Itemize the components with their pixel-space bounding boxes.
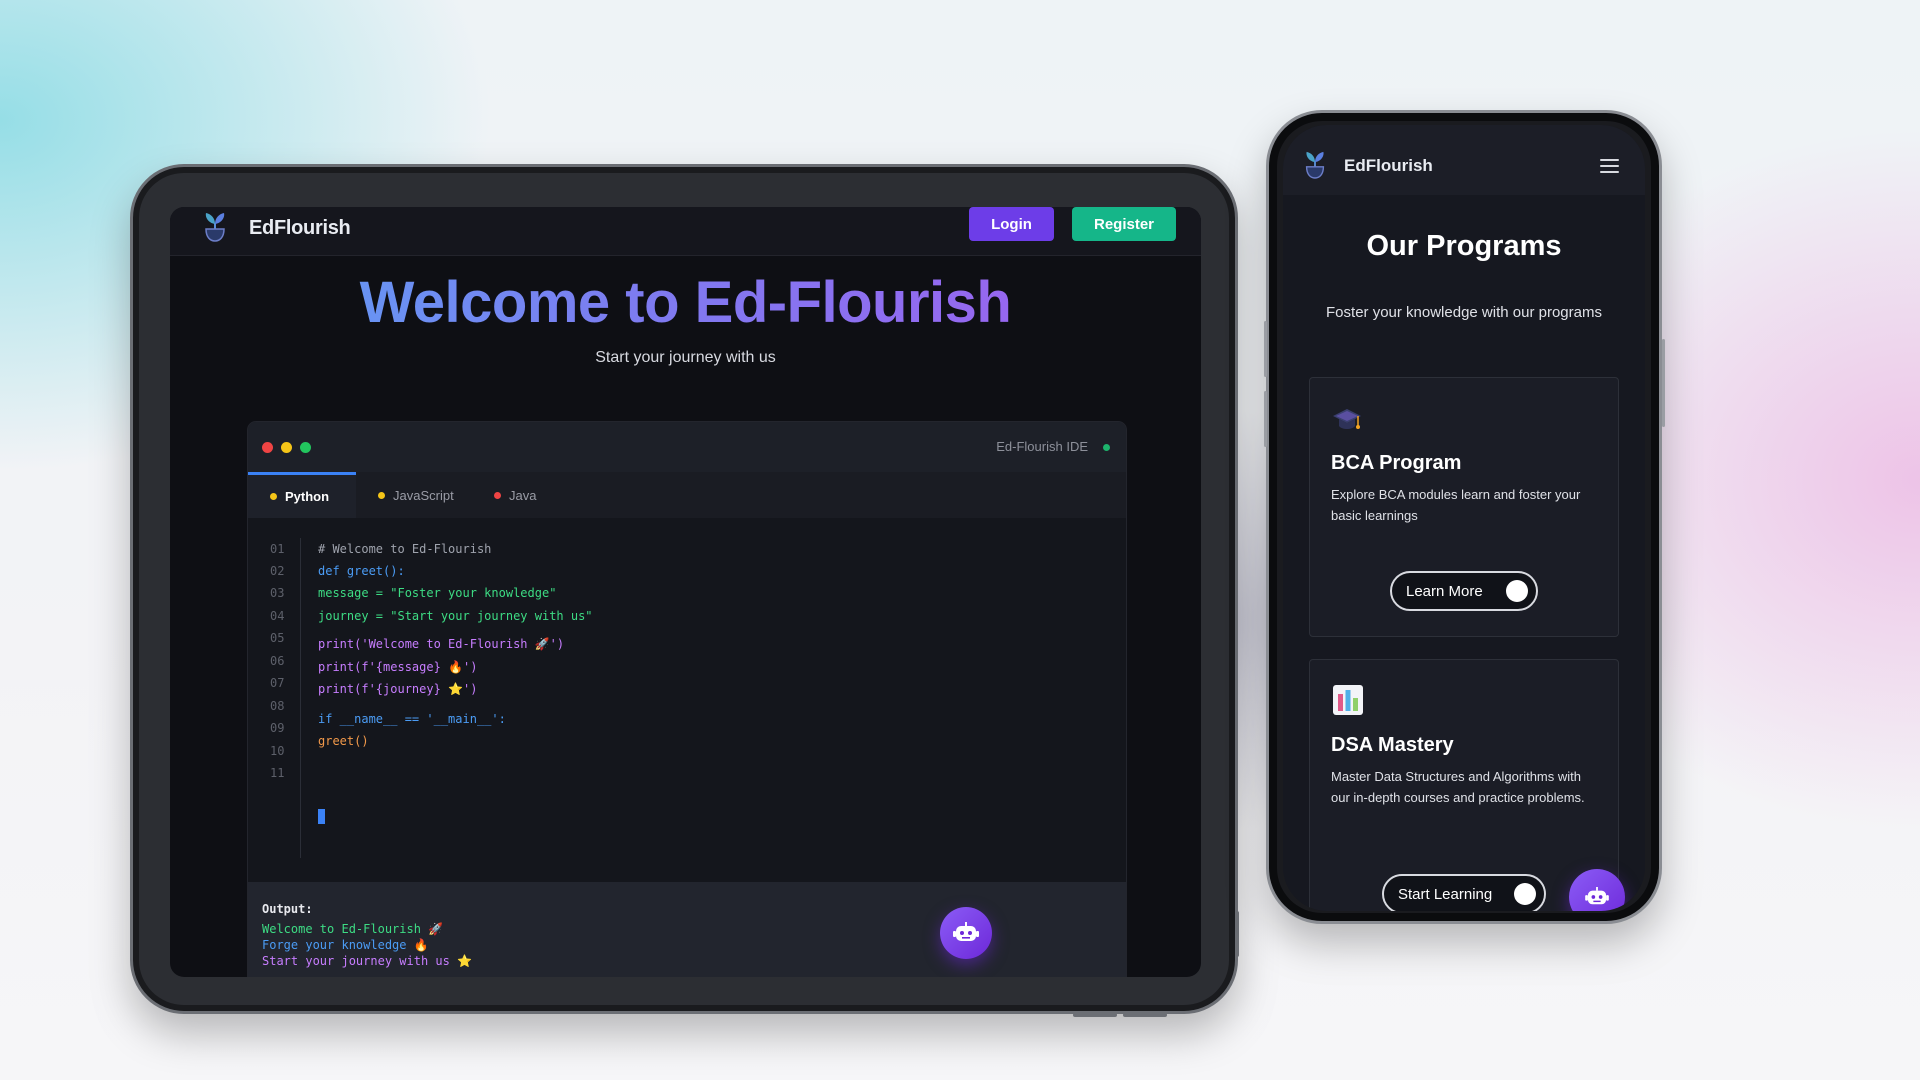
ide-status-indicator (1103, 444, 1110, 451)
window-close-dot[interactable] (262, 442, 273, 453)
phone-power-button (1662, 339, 1665, 427)
programs-title: Our Programs (1366, 230, 1562, 262)
button-label: Learn More (1406, 582, 1483, 600)
line-number: 08 (270, 699, 285, 713)
card-title: DSA Mastery (1331, 734, 1454, 756)
tablet-top-button (1073, 1013, 1117, 1017)
line-number: 07 (270, 676, 285, 690)
tablet-navbar: EdFlourish Login Register (170, 207, 1201, 256)
toggle-knob (1514, 883, 1536, 905)
code-editor[interactable]: 01 # Welcome to Ed-Flourish 02 def greet():… (248, 518, 1126, 882)
line-number: 02 (270, 564, 285, 578)
learn-more-button[interactable]: Learn More (1390, 571, 1538, 611)
bar-chart-icon (1333, 685, 1363, 715)
tab-label: JavaScript (393, 487, 454, 503)
gutter-divider (300, 538, 301, 858)
phone-device: EdFlourish Our Programs Foster your know… (1264, 110, 1665, 924)
line-number: 11 (270, 766, 285, 780)
tab-label: Python (285, 489, 330, 504)
code-line: print(f'{journey} ⭐') (318, 682, 478, 696)
line-number: 01 (270, 542, 285, 556)
line-number: 10 (270, 744, 285, 758)
phone-brand-name[interactable]: EdFlourish (1344, 156, 1433, 176)
hamburger-menu-icon[interactable] (1600, 159, 1619, 173)
graduation-cap-icon (1333, 409, 1361, 429)
tablet-screen: EdFlourish Login Register Welcome to Ed-… (170, 207, 1201, 977)
hamburger-bar (1600, 159, 1619, 161)
code-ide-window: Ed-Flourish IDE Python JavaScript Java 0… (248, 422, 1126, 977)
tablet-brand-name[interactable]: EdFlourish (249, 217, 351, 240)
window-maximize-dot[interactable] (300, 442, 311, 453)
code-line: message = "Foster your knowledge" (318, 586, 557, 600)
program-card-bca: BCA Program Explore BCA modules learn an… (1309, 377, 1619, 637)
code-line: def greet(): (318, 564, 405, 578)
program-card-dsa: DSA Mastery Master Data Structures and A… (1309, 659, 1619, 911)
window-minimize-dot[interactable] (281, 442, 292, 453)
line-number: 09 (270, 721, 285, 735)
line-number: 03 (270, 586, 285, 600)
tab-dot-icon (494, 491, 501, 499)
text-cursor (318, 809, 325, 824)
tab-java[interactable]: Java (472, 472, 552, 518)
tablet-device: EdFlourish Login Register Welcome to Ed-… (130, 164, 1239, 1017)
tablet-side-button (1235, 911, 1239, 957)
language-tabs: Python JavaScript Java (248, 472, 1126, 518)
line-number: 06 (270, 654, 285, 668)
code-line: if __name__ == '__main__': (318, 712, 506, 726)
card-title: BCA Program (1331, 452, 1462, 474)
hamburger-bar (1600, 171, 1619, 173)
ide-title: Ed-Flourish IDE (996, 439, 1088, 454)
code-line: # Welcome to Ed-Flourish (318, 542, 492, 556)
robot-icon (953, 922, 979, 941)
phone-navbar: EdFlourish (1283, 125, 1645, 195)
programs-subtitle: Foster your knowledge with our programs (1326, 304, 1602, 321)
tab-javascript[interactable]: JavaScript (356, 472, 472, 518)
output-line: Start your journey with us ⭐ (262, 954, 473, 968)
tablet-top-button (1123, 1013, 1167, 1017)
phone-volume-button (1264, 321, 1267, 377)
edflourish-logo-icon[interactable] (200, 209, 230, 243)
button-label: Start Learning (1398, 885, 1493, 903)
hero-title: Welcome to Ed-Flourish (170, 269, 1201, 336)
output-panel: Output: Welcome to Ed-Flourish 🚀 Forge yo… (248, 882, 1126, 977)
hero-subtitle: Start your journey with us (595, 349, 776, 366)
ide-titlebar: Ed-Flourish IDE (248, 422, 1126, 472)
code-line: print('Welcome to Ed-Flourish 🚀') (318, 637, 565, 651)
chatbot-button[interactable] (940, 907, 992, 959)
start-learning-button[interactable]: Start Learning (1382, 874, 1546, 911)
code-line: print(f'{message} 🔥') (318, 660, 478, 674)
card-description: Master Data Structures and Algorithms wi… (1331, 769, 1585, 805)
register-button[interactable]: Register (1072, 207, 1176, 241)
toggle-knob (1506, 580, 1528, 602)
line-number: 04 (270, 609, 285, 623)
robot-icon (1585, 887, 1609, 905)
edflourish-logo-icon[interactable] (1301, 147, 1329, 181)
tab-label: Java (509, 487, 537, 503)
output-line: Forge your knowledge 🔥 (262, 938, 429, 952)
output-line: Welcome to Ed-Flourish 🚀 (262, 922, 444, 936)
tab-dot-icon (378, 491, 385, 499)
output-label: Output: (262, 902, 313, 916)
login-button[interactable]: Login (969, 207, 1054, 241)
phone-screen: EdFlourish Our Programs Foster your know… (1283, 125, 1645, 911)
line-number: 05 (270, 631, 285, 645)
card-description: Explore BCA modules learn and foster you… (1331, 487, 1581, 523)
hamburger-bar (1600, 165, 1619, 167)
code-line: journey = "Start your journey with us" (318, 609, 593, 623)
tab-dot-icon (270, 493, 277, 500)
tab-python[interactable]: Python (248, 472, 356, 518)
phone-volume-button (1264, 391, 1267, 447)
code-line: greet() (318, 734, 369, 748)
